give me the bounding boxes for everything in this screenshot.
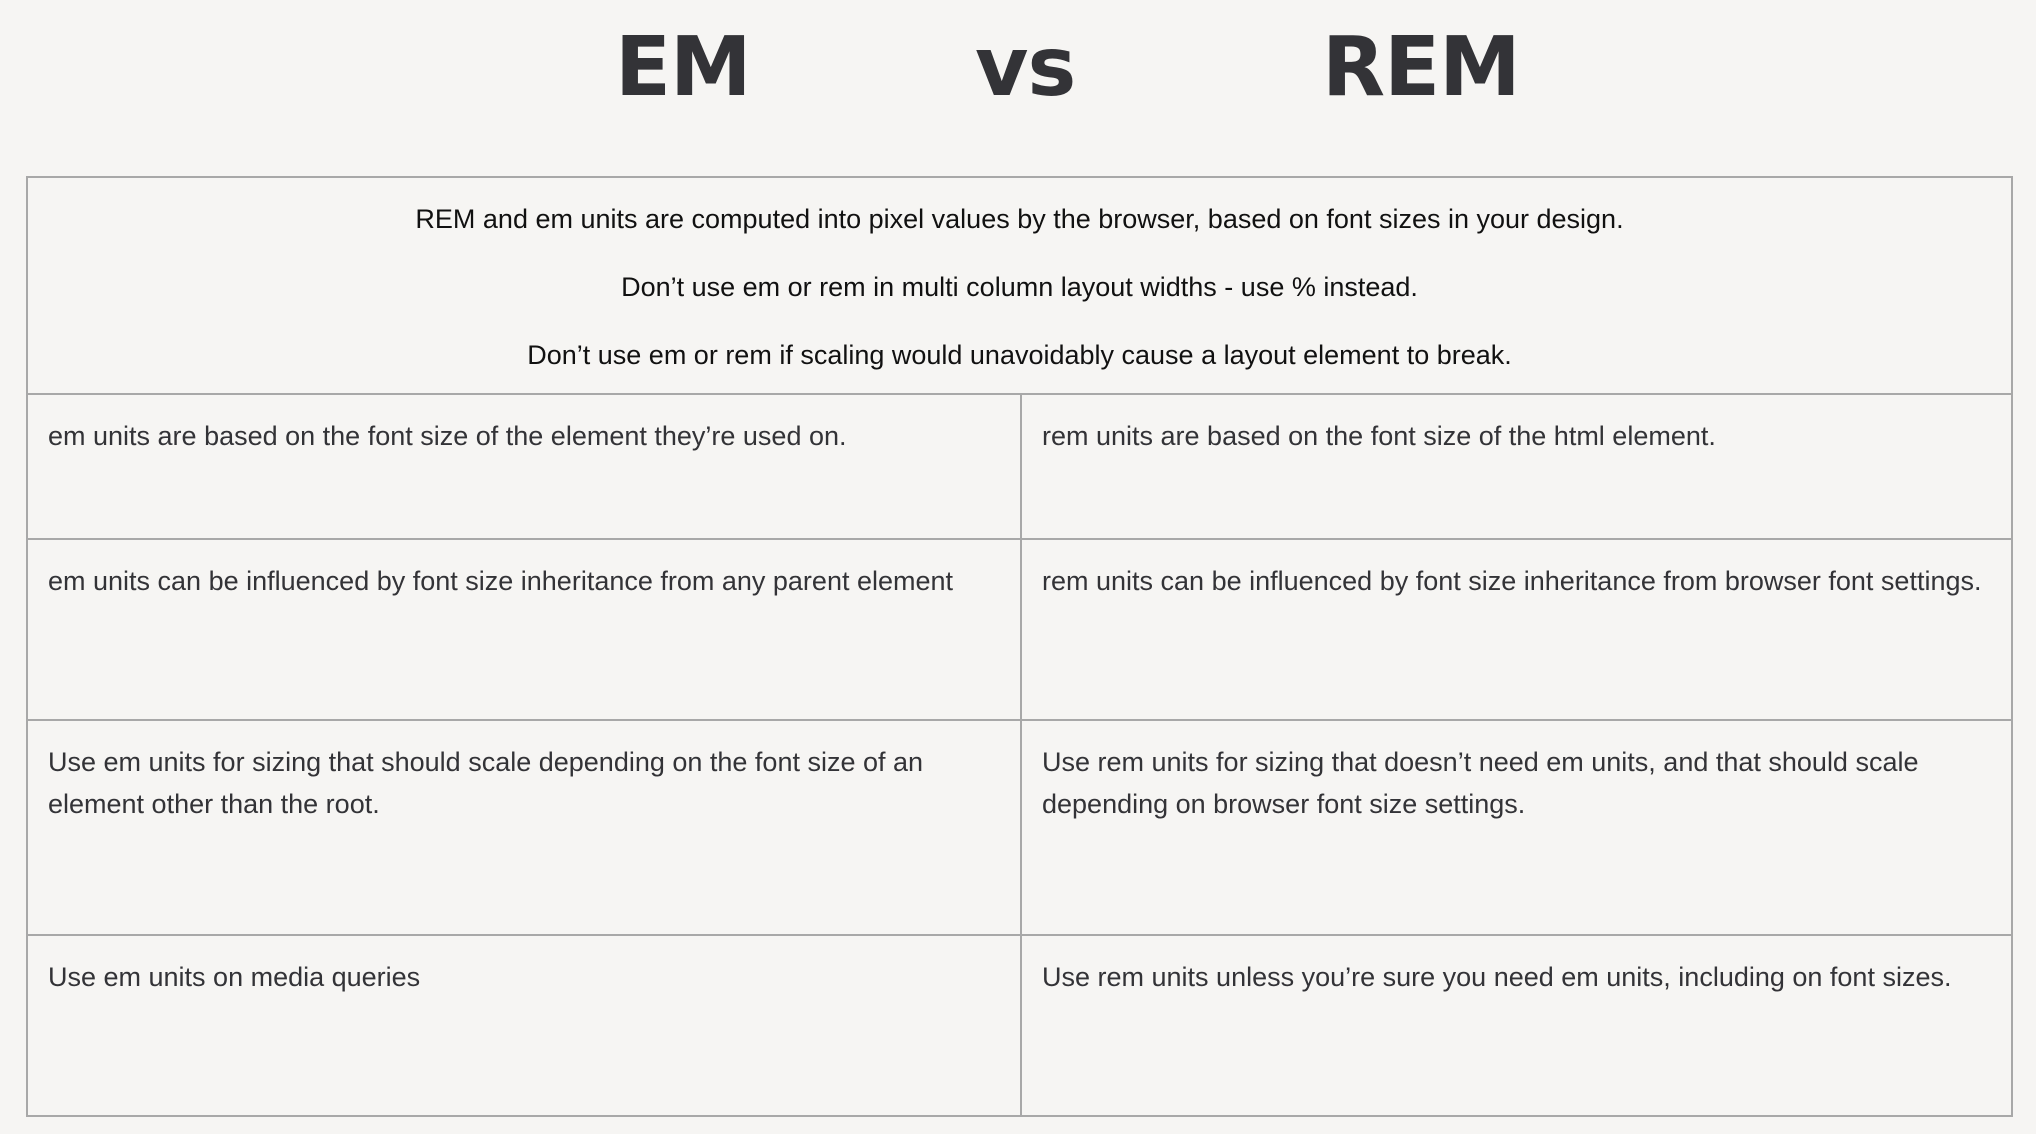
rem-cell: Use rem units for sizing that doesn’t ne… bbox=[1042, 747, 1919, 819]
table-row: Use em units for sizing that should scal… bbox=[28, 721, 2011, 936]
table-row: em units can be influenced by font size … bbox=[28, 540, 2011, 721]
title-vs: vs bbox=[975, 20, 1076, 115]
em-cell: Use em units on media queries bbox=[28, 936, 1022, 1115]
page-header: EM vs REM bbox=[0, 0, 2036, 170]
intro-line: Don’t use em or rem if scaling would una… bbox=[527, 340, 1512, 370]
title-em: EM bbox=[615, 20, 752, 115]
rem-cell: rem units are based on the font size of … bbox=[1042, 421, 1716, 451]
rem-cell: rem units can be influenced by font size… bbox=[1042, 566, 1982, 596]
table-row: em units are based on the font size of t… bbox=[28, 395, 2011, 540]
title-rem: REM bbox=[1322, 20, 1521, 115]
em-cell: em units are based on the font size of t… bbox=[28, 395, 1022, 538]
intro-line: REM and em units are computed into pixel… bbox=[415, 204, 1624, 234]
comparison-table: REM and em units are computed into pixel… bbox=[26, 176, 2013, 1117]
em-cell: em units can be influenced by font size … bbox=[28, 540, 1022, 719]
table-row: Use em units on media queries Use rem un… bbox=[28, 936, 2011, 1115]
intro-line: Don’t use em or rem in multi column layo… bbox=[621, 272, 1418, 302]
intro-section: REM and em units are computed into pixel… bbox=[28, 178, 2011, 395]
rem-cell: Use rem units unless you’re sure you nee… bbox=[1042, 962, 1952, 992]
em-cell: Use em units for sizing that should scal… bbox=[28, 721, 1022, 934]
